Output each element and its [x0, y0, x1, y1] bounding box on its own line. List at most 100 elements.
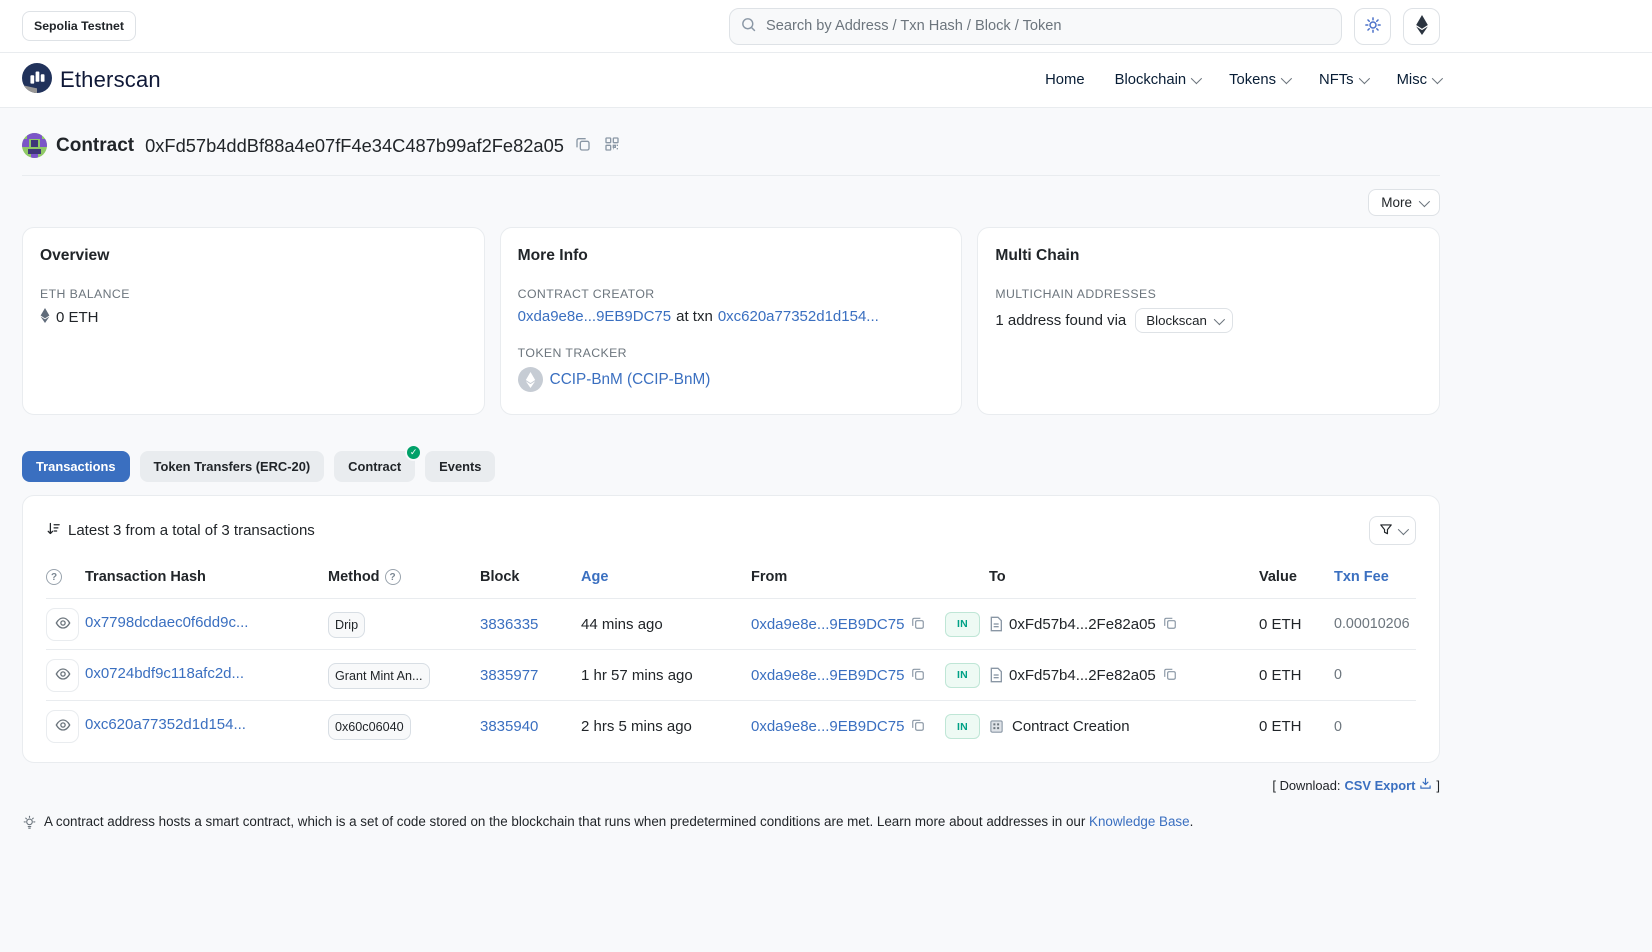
col-age[interactable]: Age [581, 569, 751, 585]
network-switch-button[interactable] [1403, 8, 1440, 45]
txn-hash-link[interactable]: 0x0724bdf9c118afc2d... [85, 665, 244, 682]
contract-creation-icon [989, 719, 1004, 734]
token-icon [518, 367, 543, 392]
nav-tokens[interactable]: Tokens [1229, 72, 1289, 88]
search-input[interactable] [729, 8, 1342, 45]
tx-preview-button[interactable] [46, 608, 79, 641]
to-address-link[interactable]: 0xFd57b4...2Fe82a05 [1009, 667, 1156, 684]
from-address-link[interactable]: 0xda9e8e...9EB9DC75 [751, 718, 904, 735]
table-row: 0x7798dcdaec0f6dd9c... Drip 3836335 44 m… [46, 599, 1416, 650]
table-row: 0xc620a77352d1d154... 0x60c06040 3835940… [46, 701, 1416, 752]
copy-icon [911, 667, 925, 684]
table-header-row: ? Transaction Hash Method ? Block Age Fr… [46, 569, 1416, 599]
tab-contract[interactable]: Contract ✓ [334, 451, 415, 482]
chevron-down-icon [1214, 313, 1225, 324]
age-cell: 44 mins ago [581, 616, 751, 633]
creator-address-link[interactable]: 0xda9e8e...9EB9DC75 [518, 308, 671, 325]
sort-icon [46, 521, 61, 540]
page-title: Contract [56, 135, 134, 157]
token-tracker-link[interactable]: CCIP-BnM (CCIP-BnM) [550, 371, 711, 389]
tab-token-transfers[interactable]: Token Transfers (ERC-20) [140, 451, 325, 482]
nav-blockchain[interactable]: Blockchain [1115, 72, 1200, 88]
direction-badge: IN [945, 714, 980, 739]
block-link[interactable]: 3835940 [480, 718, 538, 735]
eye-icon [55, 666, 71, 685]
col-from: From [751, 569, 945, 585]
tx-preview-button[interactable] [46, 710, 79, 743]
etherscan-logo[interactable]: Etherscan [22, 63, 161, 97]
to-address-link[interactable]: 0xFd57b4...2Fe82a05 [1009, 616, 1156, 633]
txn-hash-link[interactable]: 0xc620a77352d1d154... [85, 716, 246, 733]
chevron-down-icon [1432, 73, 1443, 84]
more-button[interactable]: More [1368, 189, 1440, 216]
search-bar [729, 8, 1342, 45]
tab-transactions[interactable]: Transactions [22, 451, 130, 482]
help-icon[interactable]: ? [46, 569, 62, 585]
blockscan-dropdown[interactable]: Blockscan [1135, 308, 1233, 333]
creator-txn-link[interactable]: 0xc620a77352d1d154... [718, 308, 879, 325]
method-badge: Drip [328, 612, 365, 638]
from-address-link[interactable]: 0xda9e8e...9EB9DC75 [751, 616, 904, 633]
tx-preview-button[interactable] [46, 659, 79, 692]
section-divider [22, 175, 1440, 176]
verified-check-icon: ✓ [405, 444, 422, 461]
copy-from-button[interactable] [910, 717, 926, 736]
table-row: 0x0724bdf9c118afc2d... Grant Mint An... … [46, 650, 1416, 701]
contract-creator-label: CONTRACT CREATOR [518, 287, 945, 301]
col-transaction-hash: Transaction Hash [85, 569, 328, 585]
search-icon [740, 16, 757, 37]
overview-card: Overview ETH BALANCE 0 ETH [22, 227, 485, 415]
value-cell: 0 ETH [1259, 616, 1334, 633]
multichain-title: Multi Chain [995, 247, 1422, 265]
copy-icon [575, 136, 591, 155]
direction-badge: IN [945, 663, 980, 688]
csv-export-link[interactable]: CSV Export [1344, 777, 1432, 793]
copy-icon [1163, 667, 1177, 684]
copy-to-button[interactable] [1162, 615, 1178, 634]
contract-file-icon [989, 616, 1003, 632]
help-icon[interactable]: ? [385, 569, 401, 585]
block-link[interactable]: 3836335 [480, 616, 538, 633]
ethereum-icon [1415, 15, 1429, 38]
knowledge-base-link[interactable]: Knowledge Base [1089, 814, 1190, 829]
tab-events[interactable]: Events [425, 451, 495, 482]
creator-connector: at txn [676, 308, 713, 325]
copy-address-button[interactable] [573, 134, 593, 157]
qr-code-button[interactable] [602, 134, 622, 157]
col-block: Block [480, 569, 581, 585]
from-address-link[interactable]: 0xda9e8e...9EB9DC75 [751, 667, 904, 684]
eth-balance-label: ETH BALANCE [40, 287, 467, 301]
block-link[interactable]: 3835977 [480, 667, 538, 684]
eth-balance-value: 0 ETH [56, 309, 99, 326]
funnel-icon [1379, 522, 1393, 539]
nav-nfts[interactable]: NFTs [1319, 72, 1367, 88]
download-suffix: ] [1436, 778, 1440, 793]
copy-from-button[interactable] [910, 615, 926, 634]
etherscan-icon [22, 63, 52, 97]
nav-misc[interactable]: Misc [1397, 72, 1440, 88]
nav-home[interactable]: Home [1045, 72, 1084, 88]
brand-name: Etherscan [60, 67, 161, 93]
network-badge[interactable]: Sepolia Testnet [22, 11, 136, 41]
contract-creation-label: Contract Creation [1012, 718, 1130, 735]
copy-from-button[interactable] [910, 666, 926, 685]
contract-file-icon [989, 667, 1003, 683]
token-tracker-label: TOKEN TRACKER [518, 346, 945, 360]
txn-hash-link[interactable]: 0x7798dcdaec0f6dd9c... [85, 614, 248, 631]
col-value: Value [1259, 569, 1334, 585]
age-cell: 2 hrs 5 mins ago [581, 718, 751, 735]
eye-icon [55, 717, 71, 736]
hint-icon [22, 814, 37, 833]
main-nav: Home Blockchain Tokens NFTs Misc [1045, 72, 1440, 88]
fee-cell: 0 [1334, 667, 1416, 683]
transactions-panel: Latest 3 from a total of 3 transactions … [22, 495, 1440, 763]
col-txn-fee[interactable]: Txn Fee [1334, 569, 1416, 585]
value-cell: 0 ETH [1259, 667, 1334, 684]
main-header: Etherscan Home Blockchain Tokens NFTs Mi… [0, 53, 1652, 108]
copy-to-button[interactable] [1162, 666, 1178, 685]
chevron-down-icon [1358, 73, 1369, 84]
download-prefix: [ Download: [1272, 778, 1340, 793]
theme-toggle-button[interactable] [1354, 8, 1391, 45]
filter-button[interactable] [1369, 516, 1416, 545]
sun-icon [1364, 16, 1382, 37]
